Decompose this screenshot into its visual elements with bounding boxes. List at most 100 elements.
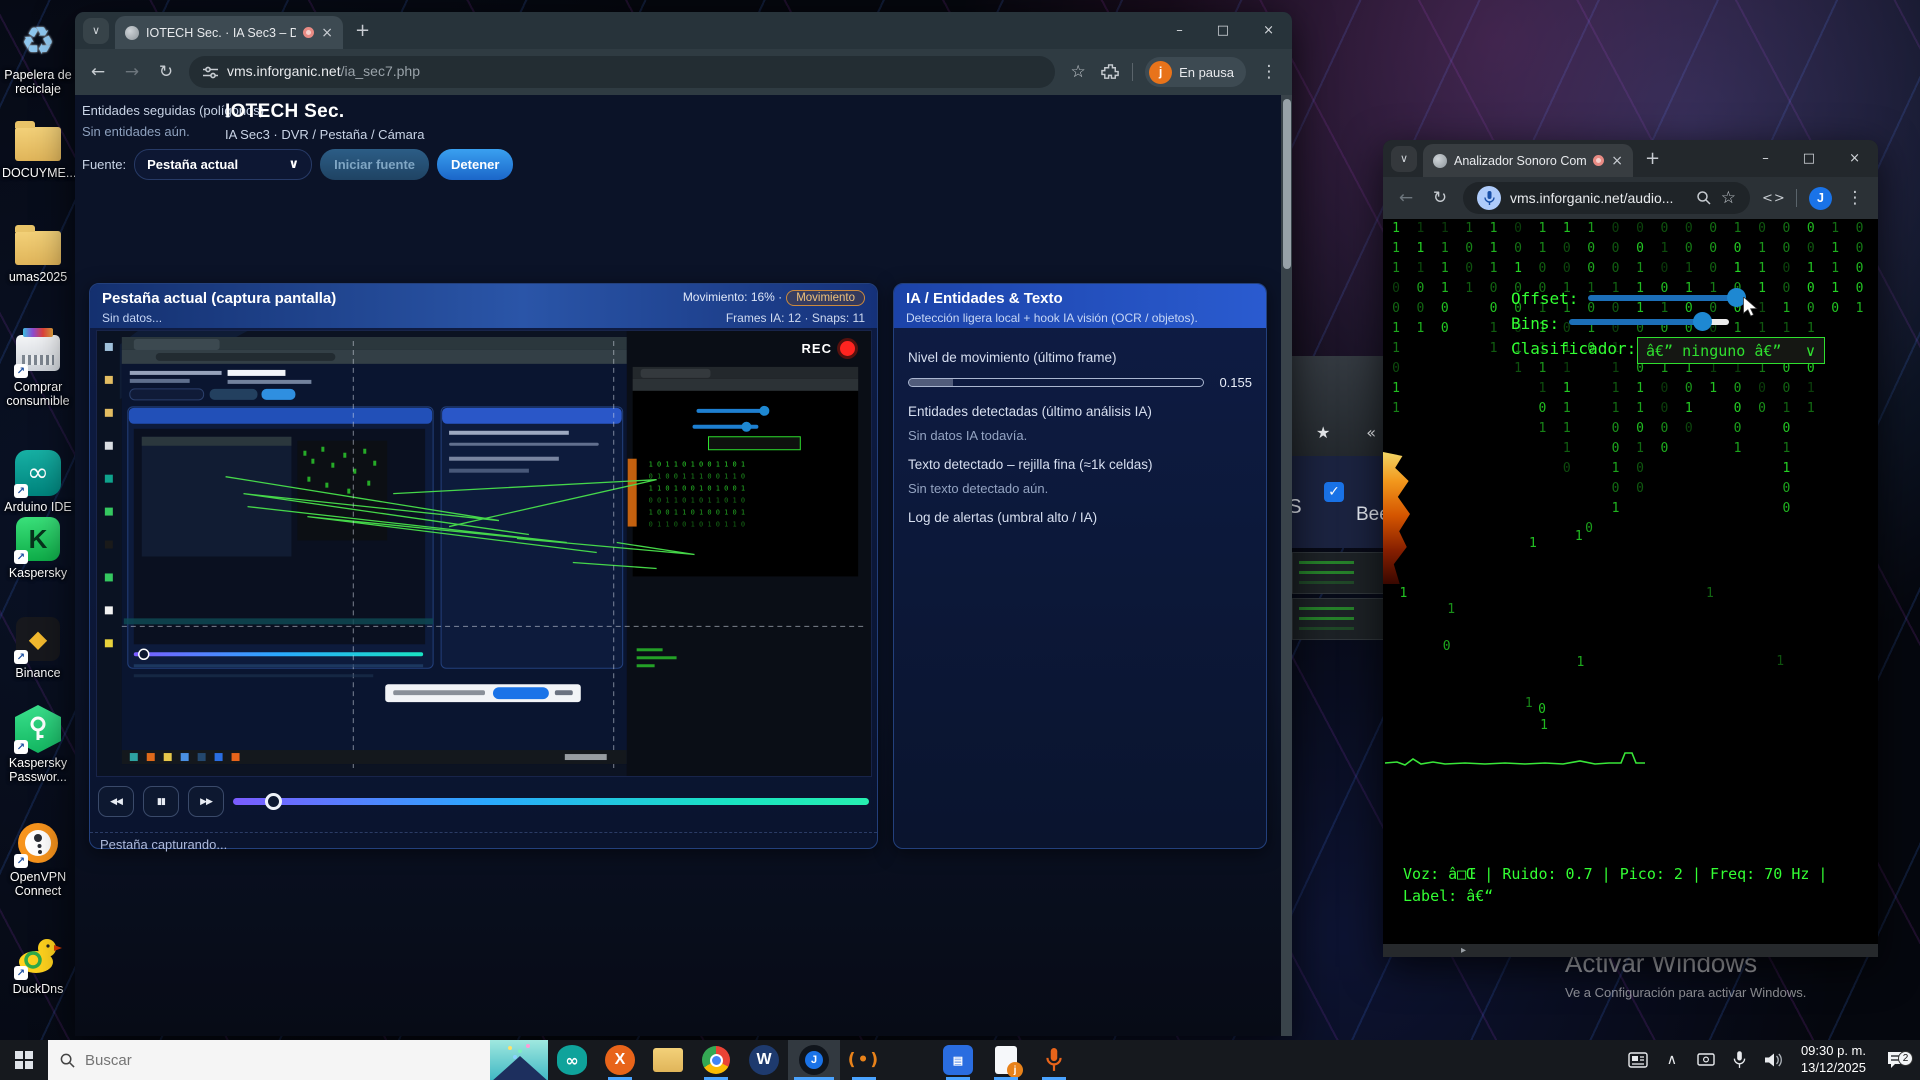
forward-icon[interactable]: →	[121, 62, 143, 82]
url-host: vms.inforganic.net	[227, 63, 341, 79]
bookmark-star-icon[interactable]: ☆	[1721, 188, 1736, 208]
tab-close-icon[interactable]: ×	[321, 25, 333, 41]
taskbar-app-stream[interactable]: (•)	[840, 1040, 888, 1080]
bins-slider-thumb[interactable]	[1693, 312, 1712, 331]
bookmark-star-icon[interactable]: ☆	[1067, 62, 1089, 82]
ia-panel: IA / Entidades & Texto Detección ligera …	[893, 283, 1267, 849]
tab-search-button[interactable]: ∨	[83, 17, 109, 44]
reload-icon[interactable]: ↻	[155, 62, 177, 82]
taskbar-app-xampp[interactable]: X	[596, 1040, 644, 1080]
url-bar[interactable]: vms.inforganic.net/audio... ☆	[1463, 182, 1750, 214]
page-scrollbar[interactable]	[1281, 95, 1292, 1036]
desktop-icon-recycle-bin[interactable]: ♻ Papelera de reciclaje	[2, 16, 74, 97]
frames-label: Frames IA: 12 · Snaps: 11	[725, 311, 865, 325]
skip-forward-button[interactable]: ▶▶	[188, 786, 224, 817]
desktop-icon-docuyme[interactable]: DOCUYME...	[2, 114, 76, 180]
favorite-star-icon[interactable]: ★	[1316, 423, 1330, 442]
timeline-thumb[interactable]	[264, 792, 282, 810]
beep-checkbox[interactable]: ✓	[1324, 482, 1344, 502]
taskbar-app-explorer[interactable]	[644, 1040, 692, 1080]
weather-widget[interactable]	[490, 1040, 548, 1080]
desktop-icon-kaspersky-password[interactable]: ↗ Kaspersky Passwor...	[2, 704, 74, 785]
taskbar-app-arduino[interactable]: ∞	[548, 1040, 596, 1080]
taskbar-app-chrome[interactable]	[692, 1040, 740, 1080]
browser-tab[interactable]: Analizador Sonoro Complet ×	[1423, 144, 1633, 177]
taskbar-app-profile-j[interactable]: J	[788, 1040, 840, 1080]
desktop-icon-duckdns[interactable]: ↗ DuckDns	[2, 930, 74, 996]
folder-icon	[15, 121, 61, 161]
extensions-icon[interactable]	[1101, 63, 1120, 82]
profile-avatar: j	[1149, 60, 1173, 84]
menu-icon[interactable]: ⋮	[1258, 62, 1280, 82]
tab-recording-icon	[303, 27, 315, 38]
minimize-button[interactable]: –	[1762, 151, 1769, 166]
pause-button[interactable]: ▮▮	[143, 786, 179, 817]
cast-icon[interactable]	[1696, 1052, 1716, 1068]
close-button[interactable]: ×	[1849, 151, 1860, 166]
start-source-button[interactable]: Iniciar fuente	[320, 149, 430, 180]
back-icon[interactable]: ←	[87, 62, 109, 82]
tab-title: Analizador Sonoro Complet	[1454, 153, 1587, 168]
mic-icon	[1046, 1048, 1062, 1071]
close-button[interactable]: ×	[1263, 23, 1274, 38]
screen-capture-preview[interactable]: 1 0 1 1 0 1 0 0 1 1 0 1 0 1 0 0 1 1 1 0 …	[96, 330, 872, 777]
timeline-slider[interactable]	[233, 792, 869, 810]
desktop-icon-openvpn[interactable]: ↗ OpenVPN Connect	[2, 818, 74, 899]
profile-avatar[interactable]: J	[1809, 186, 1832, 210]
taskbar-app-doc-j[interactable]: j	[982, 1040, 1030, 1080]
tab-strip: ∨ IOTECH Sec. · IA Sec3 – DVR × + – □ ×	[75, 12, 1292, 49]
classifier-label: Clasificador:	[1511, 339, 1637, 358]
start-button[interactable]	[0, 1040, 48, 1080]
news-widget-icon[interactable]	[1628, 1052, 1648, 1068]
bins-slider[interactable]	[1569, 312, 1729, 331]
source-select[interactable]: Pestaña actual ∨	[134, 149, 313, 180]
taskbar-app-doc-blue[interactable]: ▤	[934, 1040, 982, 1080]
tray-mic-icon[interactable]	[1733, 1050, 1746, 1070]
desktop-icon-arduino[interactable]: ∞ ↗ Arduino IDE	[2, 448, 74, 514]
clock[interactable]: 09:30 p. m. 13/12/2025	[1793, 1043, 1874, 1077]
reload-icon[interactable]: ↻	[1429, 188, 1451, 208]
tune-icon[interactable]	[203, 66, 218, 79]
classifier-select[interactable]: â€” ninguno â€” ∨	[1637, 337, 1825, 364]
capture-status: Pestaña capturando...	[100, 837, 228, 852]
zoom-icon[interactable]	[1696, 190, 1712, 206]
shortcut-arrow-icon: ↗	[14, 484, 28, 498]
taskbar-app-mic[interactable]	[1030, 1040, 1078, 1080]
taskbar-search[interactable]	[48, 1040, 548, 1080]
new-tab-button[interactable]: +	[355, 20, 370, 41]
notification-center[interactable]: 2	[1878, 1051, 1914, 1069]
desktop-icon-comprar-consumible[interactable]: ↗ Comprar consumible	[2, 328, 74, 409]
scrollbar-thumb[interactable]	[1282, 99, 1291, 269]
collapse-icon[interactable]: «	[1366, 423, 1376, 442]
audio-analyzer-content[interactable]: 1110011011111001111100100111100110010001…	[1383, 219, 1878, 944]
scroll-arrow-icon[interactable]: ▸	[1461, 945, 1466, 956]
tab-favicon	[1433, 153, 1447, 168]
back-icon[interactable]: ←	[1395, 188, 1417, 208]
menu-icon[interactable]: ⋮	[1844, 188, 1866, 208]
svg-text:0 0 1 1 0 1 0 1 1 0 1 0: 0 0 1 1 0 1 0 1 1 0 1 0	[649, 497, 746, 505]
speaker-icon[interactable]	[1764, 1052, 1784, 1068]
tab-search-button[interactable]: ∨	[1391, 145, 1417, 172]
desktop-icon-binance[interactable]: ◆ ↗ Binance	[2, 614, 74, 680]
browser-tab[interactable]: IOTECH Sec. · IA Sec3 – DVR ×	[115, 16, 343, 49]
offset-slider[interactable]	[1588, 288, 1746, 307]
desktop-icon-umas2025[interactable]: umas2025	[2, 218, 74, 284]
maximize-button[interactable]: □	[1803, 151, 1815, 166]
minimize-button[interactable]: –	[1176, 23, 1183, 38]
url-bar[interactable]: vms.inforganic.net/ia_sec7.php	[189, 56, 1056, 88]
skip-back-button[interactable]: ◀◀	[98, 786, 134, 817]
new-tab-button[interactable]: +	[1645, 148, 1660, 169]
entities-detected-empty: Sin datos IA todavía.	[908, 428, 1028, 443]
matrix-rain: 1110011011111001111100100111100110010001…	[1392, 221, 1864, 733]
maximize-button[interactable]: □	[1217, 23, 1229, 38]
icon-label: umas2025	[8, 270, 68, 284]
show-hidden-icons[interactable]: ∧	[1657, 1052, 1687, 1068]
stop-button[interactable]: Detener	[437, 149, 514, 180]
search-input[interactable]	[85, 1051, 385, 1069]
tab-close-icon[interactable]: ×	[1611, 153, 1623, 169]
dev-code-icon[interactable]: <>	[1762, 191, 1785, 206]
taskbar-app-w[interactable]: W	[740, 1040, 788, 1080]
profile-pill[interactable]: j En pausa	[1145, 57, 1246, 87]
horizontal-scrollbar[interactable]: ▸	[1383, 944, 1878, 957]
desktop-icon-kaspersky[interactable]: K ↗ Kaspersky	[2, 514, 74, 580]
